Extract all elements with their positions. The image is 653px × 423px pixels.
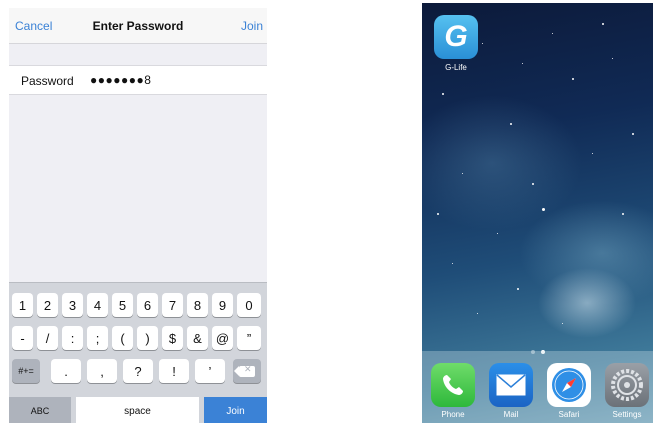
key-6[interactable]: 6 [137,293,158,317]
key-more-symbols[interactable]: #+= [12,359,40,383]
phone-icon [431,363,475,407]
dock: Phone Mail Safari Settings [422,351,653,423]
key-8[interactable]: 8 [187,293,208,317]
mail-icon [489,363,533,407]
key-colon[interactable]: : [62,326,83,350]
settings-icon [605,363,649,407]
delete-icon: ✕ [234,364,255,377]
home-screen: G G-Life Phone Mail Safari Settings [422,3,653,423]
key-space[interactable]: space [76,397,199,423]
app-label: Phone [441,410,465,419]
key-5[interactable]: 5 [112,293,133,317]
app-label: Mail [503,410,519,419]
key-abc[interactable]: ABC [9,397,71,423]
g-life-icon: G [434,15,478,59]
password-input[interactable]: ●●●●●●●8 [90,73,151,87]
app-g-life[interactable]: G G-Life [432,15,480,72]
keyboard-row-punctuation: #+= . , ? ! ’ ✕ [9,359,267,383]
key-apostrophe[interactable]: ’ [195,359,225,383]
key-dollar[interactable]: $ [162,326,183,350]
keyboard: 1 2 3 4 5 6 7 8 9 0 - / : ; ( ) $ & @ ” … [9,282,267,423]
key-2[interactable]: 2 [37,293,58,317]
key-open-paren[interactable]: ( [112,326,133,350]
key-4[interactable]: 4 [87,293,108,317]
key-comma[interactable]: , [87,359,117,383]
key-period[interactable]: . [51,359,81,383]
key-9[interactable]: 9 [212,293,233,317]
key-0[interactable]: 0 [237,293,261,317]
join-button[interactable]: Join [241,19,263,33]
key-semicolon[interactable]: ; [87,326,108,350]
key-3[interactable]: 3 [62,293,83,317]
safari-icon [547,363,591,407]
password-field[interactable]: Password ●●●●●●●8 [9,65,267,95]
app-label: G-Life [445,63,467,72]
password-label: Password [21,74,74,88]
key-delete[interactable]: ✕ [233,359,261,383]
dock-app-settings[interactable]: Settings [603,363,651,419]
key-1[interactable]: 1 [12,293,33,317]
key-ampersand[interactable]: & [187,326,208,350]
dock-app-phone[interactable]: Phone [429,363,477,419]
key-close-paren[interactable]: ) [137,326,158,350]
app-label: Settings [612,410,642,419]
dock-app-safari[interactable]: Safari [545,363,593,419]
key-hyphen[interactable]: - [12,326,33,350]
key-quote[interactable]: ” [237,326,261,350]
page-title: Enter Password [92,19,184,33]
key-7[interactable]: 7 [162,293,183,317]
app-label: Safari [558,410,580,419]
password-screen: Cancel Enter Password Join Password ●●●●… [9,8,267,423]
key-question[interactable]: ? [123,359,153,383]
dock-app-mail[interactable]: Mail [487,363,535,419]
keyboard-row-numbers: 1 2 3 4 5 6 7 8 9 0 [9,293,267,317]
key-join[interactable]: Join [204,397,267,423]
key-at[interactable]: @ [212,326,233,350]
keyboard-row-bottom: ABC space Join [9,397,267,423]
key-slash[interactable]: / [37,326,58,350]
nav-bar: Cancel Enter Password Join [9,8,267,44]
key-exclamation[interactable]: ! [159,359,189,383]
keyboard-row-symbols: - / : ; ( ) $ & @ ” [9,326,267,350]
